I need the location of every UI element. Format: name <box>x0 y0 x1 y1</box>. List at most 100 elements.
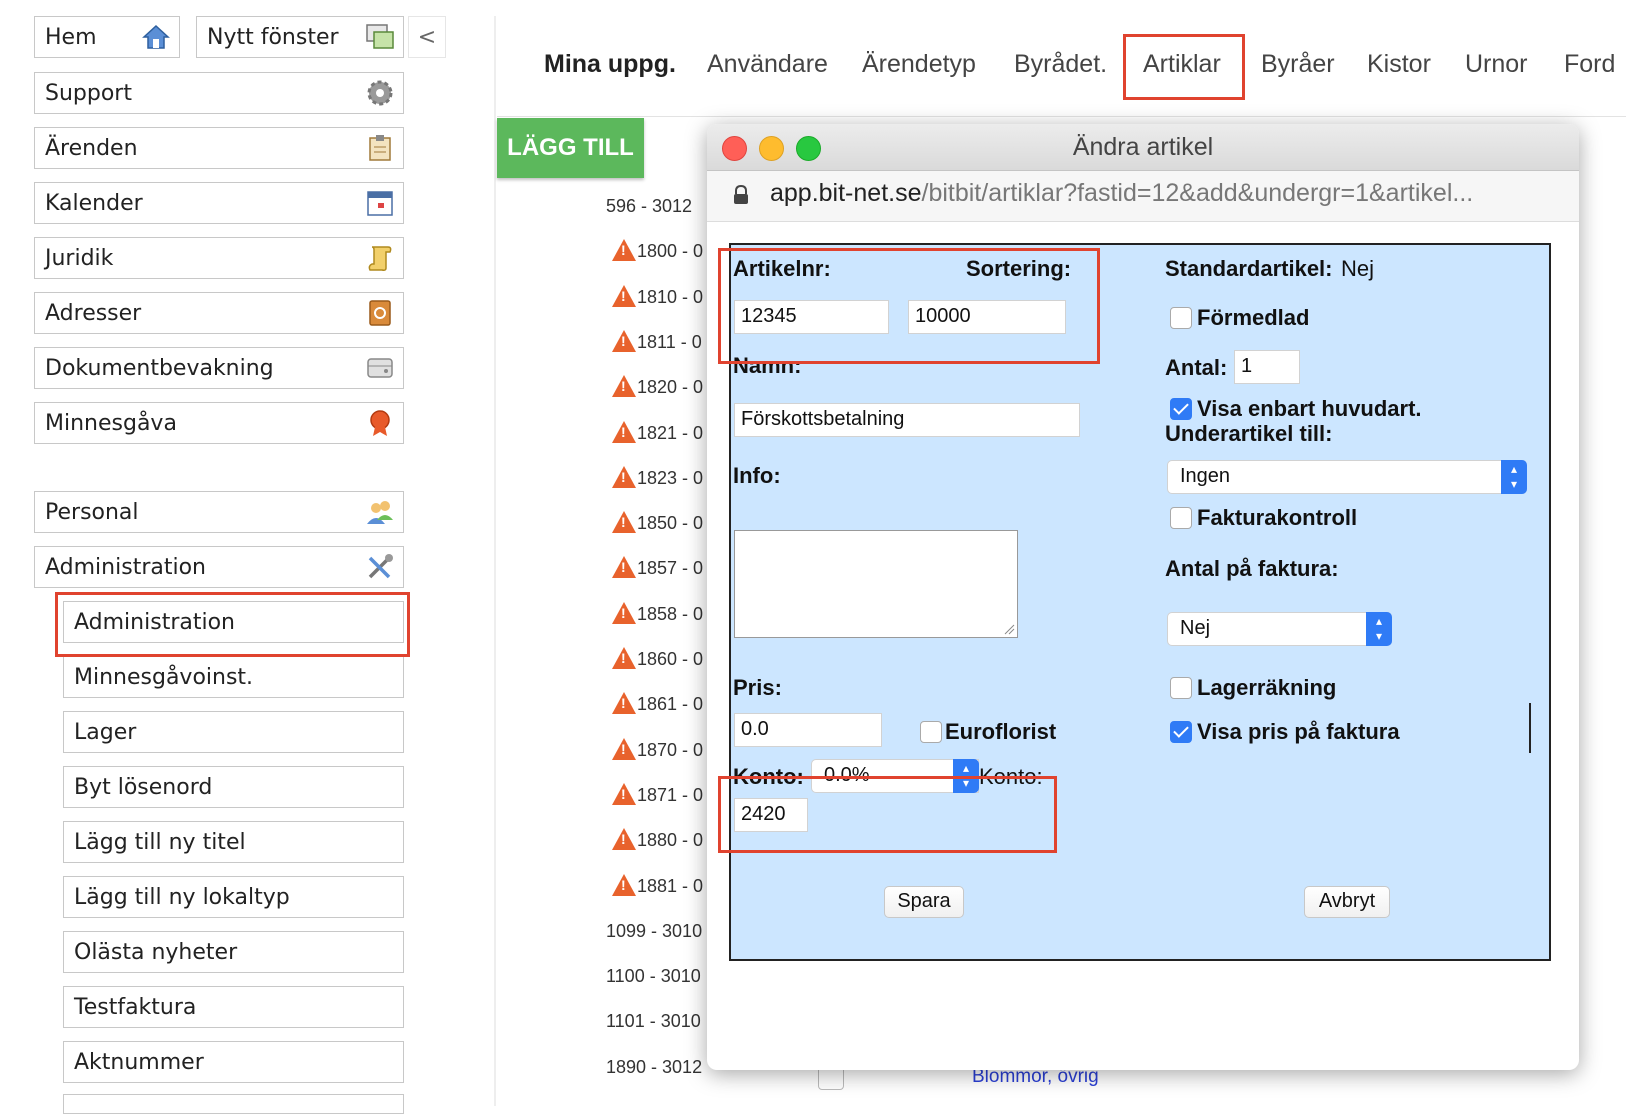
antal-faktura-label: Antal på faktura: <box>1165 556 1339 581</box>
sidebar-item-administration[interactable]: Administration <box>34 546 404 588</box>
lock-icon <box>733 184 749 209</box>
pris-label: Pris: <box>733 675 782 700</box>
warning-icon <box>612 285 636 307</box>
sidebar-item-label: Ärenden <box>45 135 138 161</box>
underartikel-select[interactable]: Ingen ▴ ▾ <box>1167 460 1527 494</box>
subitem-label: Aktnummer <box>74 1049 204 1075</box>
nav-byradet[interactable]: Byrådet. <box>1014 50 1107 79</box>
sidebar-item-personal[interactable]: Personal <box>34 491 404 533</box>
article-row-label: 1810 - 0 <box>637 287 704 307</box>
add-button[interactable]: LÄGG TILL <box>497 118 644 178</box>
sidebar-item-minnesgava[interactable]: Minnesgåva <box>34 402 404 444</box>
sidebar-item-kalender[interactable]: Kalender <box>34 182 404 224</box>
article-row-label: 1890 - 3012 <box>606 1057 703 1077</box>
sidebar-item-dokumentbevakning[interactable]: Dokumentbevakning <box>34 347 404 389</box>
home-button[interactable]: Hem <box>34 16 180 58</box>
window-title: Ändra artikel <box>1072 133 1214 161</box>
clipboard-icon <box>365 133 395 163</box>
formedlad-label: Förmedlad <box>1197 305 1310 330</box>
nav-mina-uppg[interactable]: Mina uppg. <box>544 50 676 79</box>
calendar-icon <box>365 188 395 218</box>
subitem-olasta-nyheter[interactable]: Olästa nyheter <box>63 931 404 973</box>
warning-icon <box>612 602 636 624</box>
antal-input[interactable]: 1 <box>1234 350 1300 384</box>
article-row-label: 1099 - 3010 <box>606 921 703 941</box>
url-path: /bitbit/artiklar?fastid=12&add&undergr=1… <box>921 179 1474 207</box>
nav-ford[interactable]: Ford <box>1564 50 1615 79</box>
article-row-label: 596 - 3012 <box>606 196 693 216</box>
people-icon <box>365 497 395 527</box>
save-button[interactable]: Spara <box>884 886 964 918</box>
sidebar: Hem Nytt fönster < Support Ärenden Kalen… <box>0 0 490 1114</box>
nav-urnor[interactable]: Urnor <box>1465 50 1528 79</box>
sidebar-item-label: Dokumentbevakning <box>45 355 274 381</box>
lagerrakning-label: Lagerräkning <box>1197 675 1337 700</box>
article-row-label: 1871 - 0 <box>637 785 704 805</box>
award-icon <box>365 408 395 438</box>
cancel-button[interactable]: Avbryt <box>1304 886 1390 918</box>
sidebar-item-juridik[interactable]: Juridik <box>34 237 404 279</box>
antal-faktura-select[interactable]: Nej ▴ ▾ <box>1167 612 1392 646</box>
standardartikel-value: Nej <box>1341 256 1375 281</box>
sidebar-item-label: Minnesgåva <box>45 410 177 436</box>
sidebar-item-adresser[interactable]: Adresser <box>34 292 404 334</box>
sidebar-item-support[interactable]: Support <box>34 72 404 114</box>
warning-icon <box>612 239 636 261</box>
subitem-ny-titel[interactable]: Lägg till ny titel <box>63 821 404 863</box>
nav-kistor[interactable]: Kistor <box>1367 50 1431 79</box>
antal-faktura-select-value: Nej <box>1180 617 1211 639</box>
info-textarea[interactable] <box>734 530 1018 638</box>
standardartikel-label: Standardartikel: <box>1165 256 1333 281</box>
lagerrakning-checkbox[interactable] <box>1170 677 1192 699</box>
subitem-partial[interactable] <box>63 1094 404 1114</box>
warning-icon <box>612 738 636 760</box>
highlight-administration <box>55 592 410 657</box>
article-row-label: 1800 - 0 <box>637 241 704 261</box>
visa-huvudart-checkbox[interactable] <box>1170 398 1192 420</box>
article-row-label: 1870 - 0 <box>637 740 704 760</box>
url-text: app.bit-net.se/bitbit/artiklar?fastid=12… <box>770 179 1473 208</box>
subitem-testfaktura[interactable]: Testfaktura <box>63 986 404 1028</box>
article-row-label: 1823 - 0 <box>637 468 704 488</box>
new-window-button[interactable]: Nytt fönster <box>196 16 404 58</box>
formedlad-checkbox[interactable] <box>1170 307 1192 329</box>
collapse-sidebar-button[interactable]: < <box>408 16 446 58</box>
visa-pris-checkbox[interactable] <box>1170 721 1192 743</box>
collapse-icon: < <box>417 24 437 50</box>
sidebar-item-label: Kalender <box>45 190 143 216</box>
euroflorist-checkbox[interactable] <box>920 721 942 743</box>
highlight-artiklar <box>1123 34 1245 100</box>
nav-arendetyp[interactable]: Ärendetyp <box>862 50 976 79</box>
window-titlebar: Ändra artikel <box>707 124 1579 171</box>
warning-icon <box>612 375 636 397</box>
pris-input[interactable]: 0.0 <box>734 713 882 747</box>
home-icon <box>141 22 171 52</box>
new-window-label: Nytt fönster <box>207 24 339 50</box>
visa-pris-label: Visa pris på faktura <box>1197 719 1400 744</box>
highlight-artikelnr-sortering <box>718 248 1100 364</box>
warning-icon <box>612 692 636 714</box>
subitem-lager[interactable]: Lager <box>63 711 404 753</box>
sidebar-item-label: Juridik <box>45 245 114 271</box>
warning-icon <box>612 647 636 669</box>
url-domain: app.bit-net.se <box>770 179 922 207</box>
sidebar-item-arenden[interactable]: Ärenden <box>34 127 404 169</box>
subitem-byt-losenord[interactable]: Byt lösenord <box>63 766 404 808</box>
fakturakontroll-checkbox[interactable] <box>1170 507 1192 529</box>
namn-input[interactable]: Förskottsbetalning <box>734 403 1080 437</box>
nav-byraer[interactable]: Byråer <box>1261 50 1335 79</box>
article-row-label: 1850 - 0 <box>637 513 704 533</box>
subitem-ny-lokaltyp[interactable]: Lägg till ny lokaltyp <box>63 876 404 918</box>
subitem-minnesgavoinst[interactable]: Minnesgåvoinst. <box>63 656 404 698</box>
select-arrows-icon: ▴ ▾ <box>1501 460 1527 494</box>
underartikel-select-value: Ingen <box>1180 465 1231 487</box>
resize-handle-icon[interactable] <box>1003 623 1015 635</box>
antal-label: Antal: <box>1165 355 1228 380</box>
nav-anvandare[interactable]: Användare <box>707 50 828 79</box>
sidebar-item-label: Adresser <box>45 300 142 326</box>
select-arrows-icon: ▴ ▾ <box>1366 612 1392 646</box>
url-bar[interactable]: app.bit-net.se/bitbit/artiklar?fastid=12… <box>707 171 1579 222</box>
subitem-aktnummer[interactable]: Aktnummer <box>63 1041 404 1083</box>
fakturakontroll-label: Fakturakontroll <box>1197 505 1358 530</box>
subitem-label: Lager <box>74 719 137 745</box>
